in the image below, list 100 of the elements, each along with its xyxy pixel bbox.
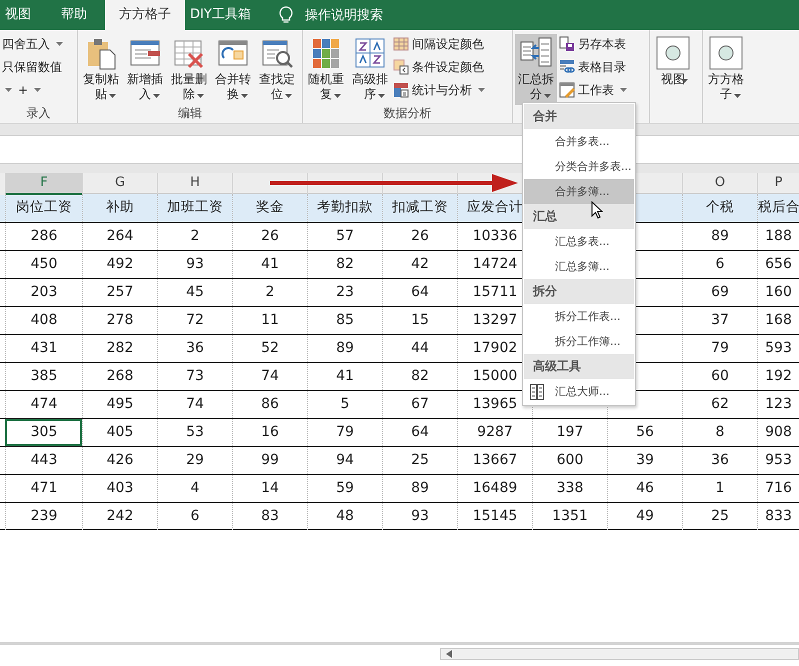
ribbon-button[interactable]: 间隔设定颜色 (393, 34, 488, 54)
table-cell: 57 (336, 228, 354, 244)
table-cell: 94 (336, 452, 354, 468)
ribbon-tab[interactable]: 方方格子 (105, 0, 185, 30)
ribbon-button[interactable]: 另存本表 (559, 34, 630, 54)
table-cell: 37 (711, 312, 729, 328)
table-cell: 13667 (472, 452, 518, 468)
table-cell: 93 (186, 256, 204, 272)
column-header[interactable]: F (5, 173, 82, 195)
header-cell: 补助 (106, 199, 134, 215)
table-cell: 14724 (472, 256, 518, 272)
table-cell: 13965 (472, 396, 518, 412)
table-cell: 833 (765, 508, 792, 524)
table-cell: 49 (636, 508, 654, 524)
ribbon-button[interactable]: 统计与分析 (393, 80, 488, 100)
table-cell: 53 (186, 424, 204, 440)
table-cell: 338 (556, 480, 584, 496)
menu-item[interactable]: 汇总多表... (524, 229, 634, 254)
table-cell: 15711 (472, 284, 518, 300)
table-cell: 403 (106, 480, 134, 496)
table-cell: 953 (765, 452, 792, 468)
table-cell: 15145 (472, 508, 518, 524)
menu-item[interactable]: 汇总大师... (524, 379, 634, 404)
table-cell: 69 (711, 284, 729, 300)
ribbon-button[interactable]: 工作表 (559, 80, 630, 100)
list-icon (530, 384, 544, 400)
table-cell: 89 (336, 340, 354, 356)
table-cell: 41 (336, 368, 354, 384)
header-cell: 加班工资 (167, 199, 223, 215)
table-cell: 278 (106, 312, 134, 328)
table-cell: 385 (30, 368, 58, 384)
menu-item[interactable]: 合并多簿... (524, 179, 634, 204)
table-cell: 282 (106, 340, 134, 356)
table-cell: 716 (765, 480, 792, 496)
table-cell: 79 (336, 424, 354, 440)
menu-item[interactable]: 合并多表... (524, 129, 634, 154)
sort-icon (353, 36, 387, 70)
ribbon-tab[interactable]: DIY工具箱 (185, 0, 265, 30)
ribbon-button[interactable]: 合并转换 (212, 34, 254, 105)
table-cell: 67 (411, 396, 429, 412)
table-cell: 93 (411, 508, 429, 524)
ribbon-button[interactable]: 随机重复 (305, 34, 347, 105)
sheet-icon (559, 82, 575, 98)
table-cell: 64 (411, 424, 429, 440)
selected-cell[interactable]: 305 (5, 419, 82, 446)
scroll-left-icon[interactable] (446, 650, 452, 658)
ribbon-button[interactable]: 查找定位 (256, 34, 298, 105)
table-cell: 16489 (472, 480, 518, 496)
ribbon-tab[interactable]: 视图 (0, 0, 45, 30)
menu-section-title: 汇总 (533, 209, 557, 223)
table-cell: 15000 (472, 368, 518, 384)
horizontal-scrollbar[interactable] (440, 648, 799, 660)
table-cell: 89 (711, 228, 729, 244)
ribbon-button[interactable]: 高级排序 (349, 34, 391, 105)
header-cell: 岗位工资 (16, 199, 72, 215)
header-cell: 奖金 (256, 199, 284, 215)
table-cell: 168 (765, 312, 792, 328)
table-cell: 85 (336, 312, 354, 328)
table-cell: 495 (106, 396, 134, 412)
search-tab[interactable]: 操作说明搜索 (304, 6, 383, 24)
ribbon-button[interactable]: + (2, 80, 66, 100)
ribbon-button[interactable]: 条件设定颜色 (393, 57, 488, 77)
group-label: 数据分析 (384, 106, 432, 120)
table-cell: 431 (30, 340, 58, 356)
ribbon-button[interactable]: 四舍五入 (2, 34, 66, 54)
table-cell: 471 (30, 480, 58, 496)
table-cell: 41 (261, 256, 279, 272)
table-cell: 8 (716, 424, 724, 440)
menu-item[interactable]: 汇总多簿... (524, 254, 634, 279)
menu-item[interactable]: 分类合并多表... (524, 154, 634, 179)
ribbon-button[interactable]: 表格目录 (559, 57, 630, 77)
ribbon-button[interactable]: 方方格子 (705, 34, 747, 105)
table-cell: 48 (336, 508, 354, 524)
menu-item[interactable]: 拆分工作簿... (524, 329, 634, 354)
header-cell: 考勤扣款 (317, 199, 373, 215)
ribbon-button[interactable]: 视图 (652, 34, 694, 105)
table-cell: 26 (261, 228, 279, 244)
table-cell: 239 (30, 508, 58, 524)
header-cell: 个税 (706, 199, 734, 215)
table-cell: 56 (636, 424, 654, 440)
ribbon-button[interactable]: 新增插入 (124, 34, 166, 105)
ribbon-button[interactable]: 批量删除 (168, 34, 210, 105)
table-cell: 13297 (472, 312, 518, 328)
table-cell: 123 (765, 396, 792, 412)
table-cell: 408 (30, 312, 58, 328)
table-cell: 192 (765, 368, 792, 384)
table-cell: 86 (261, 396, 279, 412)
ribbon-button[interactable]: 汇总拆分 (515, 34, 557, 105)
table-cell: 15 (411, 312, 429, 328)
table-cell: 72 (186, 312, 204, 328)
table-cell: 25 (711, 508, 729, 524)
table-cell: 14 (261, 480, 279, 496)
ribbon-button[interactable]: 只保留数值 (2, 57, 66, 77)
ribbon-button[interactable]: 复制粘贴 (80, 34, 122, 105)
table-cell: 36 (186, 340, 204, 356)
table-cell: 6 (716, 256, 724, 272)
menu-section-title: 拆分 (533, 284, 557, 298)
menu-item[interactable]: 拆分工作表... (524, 304, 634, 329)
ribbon-tab[interactable]: 帮助 (45, 0, 105, 30)
stats-table-icon (393, 82, 409, 98)
